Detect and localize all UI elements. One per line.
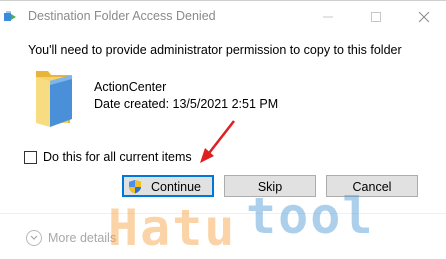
- more-details-toggle[interactable]: More details: [26, 230, 116, 246]
- continue-label: Continue: [150, 180, 202, 194]
- minimize-icon: [323, 16, 333, 18]
- dialog-window: Destination Folder Access Denied You'll …: [0, 0, 446, 259]
- permission-message: You'll need to provide administrator per…: [28, 43, 402, 57]
- close-button[interactable]: [402, 1, 446, 31]
- maximize-button[interactable]: [354, 1, 398, 31]
- dialog-footer: More details: [0, 214, 446, 259]
- title-bar[interactable]: Destination Folder Access Denied: [0, 1, 446, 31]
- more-details-label: More details: [48, 231, 117, 245]
- skip-button[interactable]: Skip: [224, 175, 316, 197]
- item-date-created: Date created: 13/5/2021 2:51 PM: [94, 97, 279, 111]
- maximize-icon: [371, 12, 381, 22]
- cancel-button[interactable]: Cancel: [326, 175, 418, 197]
- minimize-button[interactable]: [306, 1, 350, 31]
- item-name: ActionCenter: [94, 80, 167, 94]
- continue-button[interactable]: Continue: [122, 175, 214, 197]
- chevron-down-icon: [26, 230, 42, 246]
- annotation-arrow-icon: [200, 120, 235, 163]
- apply-to-all-label[interactable]: Do this for all current items: [43, 150, 192, 164]
- close-icon: [418, 11, 430, 23]
- uac-shield-icon: [129, 180, 141, 194]
- apply-to-all-checkbox[interactable]: [24, 150, 37, 164]
- window-title: Destination Folder Access Denied: [28, 9, 216, 23]
- folder-icon: [34, 67, 74, 129]
- apply-to-all-row[interactable]: Do this for all current items: [24, 149, 192, 165]
- copy-files-icon: [4, 10, 18, 22]
